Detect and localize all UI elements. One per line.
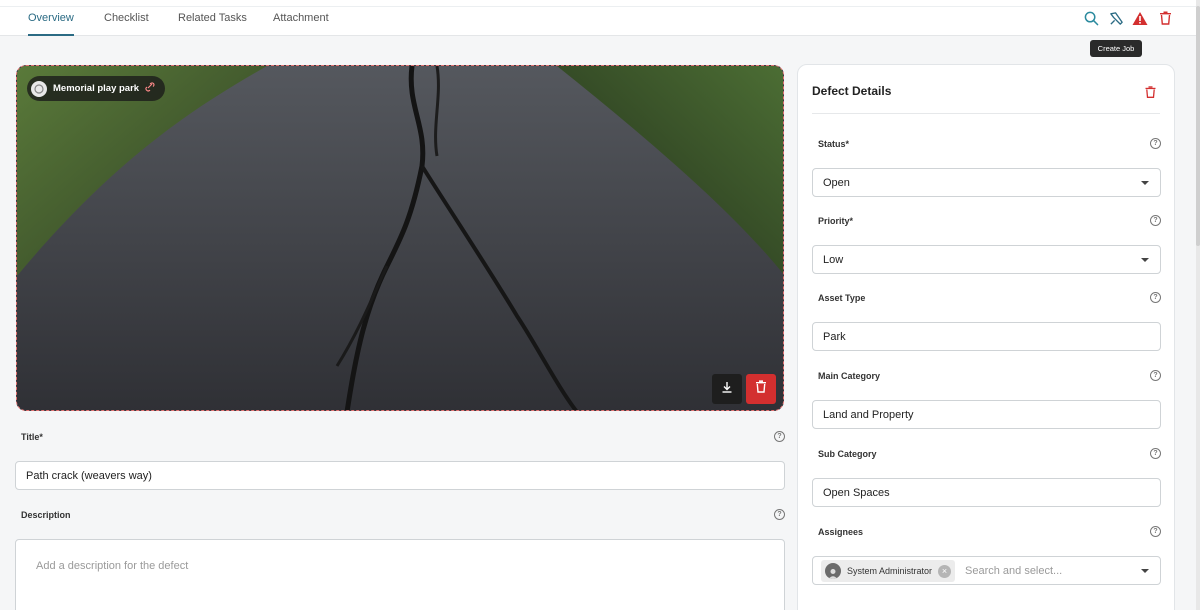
main-category-value: Land and Property [823, 408, 914, 421]
assignee-chip: System Administrator × [821, 560, 956, 582]
main-category-field[interactable]: Land and Property [812, 400, 1161, 429]
chevron-down-icon [1141, 569, 1149, 573]
defect-photo-image [17, 66, 783, 410]
warning-icon[interactable] [1131, 9, 1149, 27]
asset-type-help-icon[interactable]: ? [1150, 292, 1161, 303]
sub-category-help-icon[interactable]: ? [1150, 448, 1161, 459]
asset-type-label: Asset Type [818, 293, 866, 303]
tools-icon[interactable] [1107, 9, 1125, 27]
sub-category-field[interactable]: Open Spaces [812, 478, 1161, 507]
asset-type-field[interactable]: Park [812, 322, 1161, 351]
asset-type-value: Park [823, 330, 846, 343]
chevron-down-icon [1141, 258, 1149, 262]
assignees-help-icon[interactable]: ? [1150, 526, 1161, 537]
assignees-search-placeholder: Search and select... [965, 565, 1063, 577]
chevron-down-icon [1141, 181, 1149, 185]
priority-value: Low [823, 253, 844, 266]
status-value: Open [823, 176, 850, 189]
priority-label: Priority* [818, 216, 854, 226]
description-placeholder: Add a description for the defect [36, 560, 189, 572]
description-label: Description [21, 510, 71, 520]
panel-divider [812, 113, 1160, 114]
create-job-tooltip: Create Job [1090, 40, 1142, 57]
location-chip[interactable]: Memorial play park [27, 76, 166, 101]
main-category-label: Main Category [818, 371, 881, 381]
scrollbar-thumb[interactable] [1196, 6, 1200, 246]
main-category-help-icon[interactable]: ? [1150, 370, 1161, 381]
location-name: Memorial play park [53, 83, 140, 94]
assignees-label: Assignees [818, 527, 864, 537]
user-avatar-icon [825, 563, 841, 579]
title-label: Title* [21, 432, 43, 442]
search-icon[interactable] [1082, 9, 1100, 27]
sub-category-label: Sub Category [818, 449, 877, 459]
download-photo-button[interactable] [712, 374, 742, 404]
priority-select[interactable]: Low [812, 245, 1161, 274]
priority-help-icon[interactable]: ? [1150, 215, 1161, 226]
defect-photo: Memorial play park [16, 65, 784, 411]
tab-checklist[interactable]: Checklist [104, 12, 149, 36]
title-value: Path crack (weavers way) [26, 469, 152, 482]
status-label: Status* [818, 139, 850, 149]
top-bar: Overview Checklist Related Tasks Attachm… [0, 0, 1196, 36]
unlink-icon[interactable] [145, 82, 155, 95]
page-scrollbar[interactable] [1196, 0, 1200, 610]
defect-details-panel: Defect Details Status* ? Open Priority* … [797, 64, 1175, 610]
assignees-select[interactable]: System Administrator × Search and select… [812, 556, 1161, 585]
assignee-name: System Administrator [847, 566, 933, 576]
trash-icon [1145, 85, 1156, 102]
remove-assignee-icon[interactable]: × [938, 564, 952, 578]
trash-icon [755, 380, 767, 398]
download-icon [721, 380, 733, 398]
title-input[interactable]: Path crack (weavers way) [15, 461, 785, 490]
trash-icon[interactable] [1156, 9, 1174, 27]
description-help-icon[interactable]: ? [774, 509, 785, 520]
description-textarea[interactable]: Add a description for the defect [15, 539, 785, 610]
panel-title: Defect Details [812, 84, 892, 98]
panel-delete-button[interactable] [1145, 85, 1156, 103]
title-help-icon[interactable]: ? [774, 431, 785, 442]
tab-related-tasks[interactable]: Related Tasks [178, 12, 247, 36]
status-select[interactable]: Open [812, 168, 1161, 197]
location-avatar-icon [31, 80, 47, 97]
tab-attachment[interactable]: Attachment [273, 12, 329, 36]
status-help-icon[interactable]: ? [1150, 138, 1161, 149]
tab-overview[interactable]: Overview [28, 12, 74, 36]
delete-photo-button[interactable] [746, 374, 776, 404]
sub-category-value: Open Spaces [823, 486, 890, 499]
